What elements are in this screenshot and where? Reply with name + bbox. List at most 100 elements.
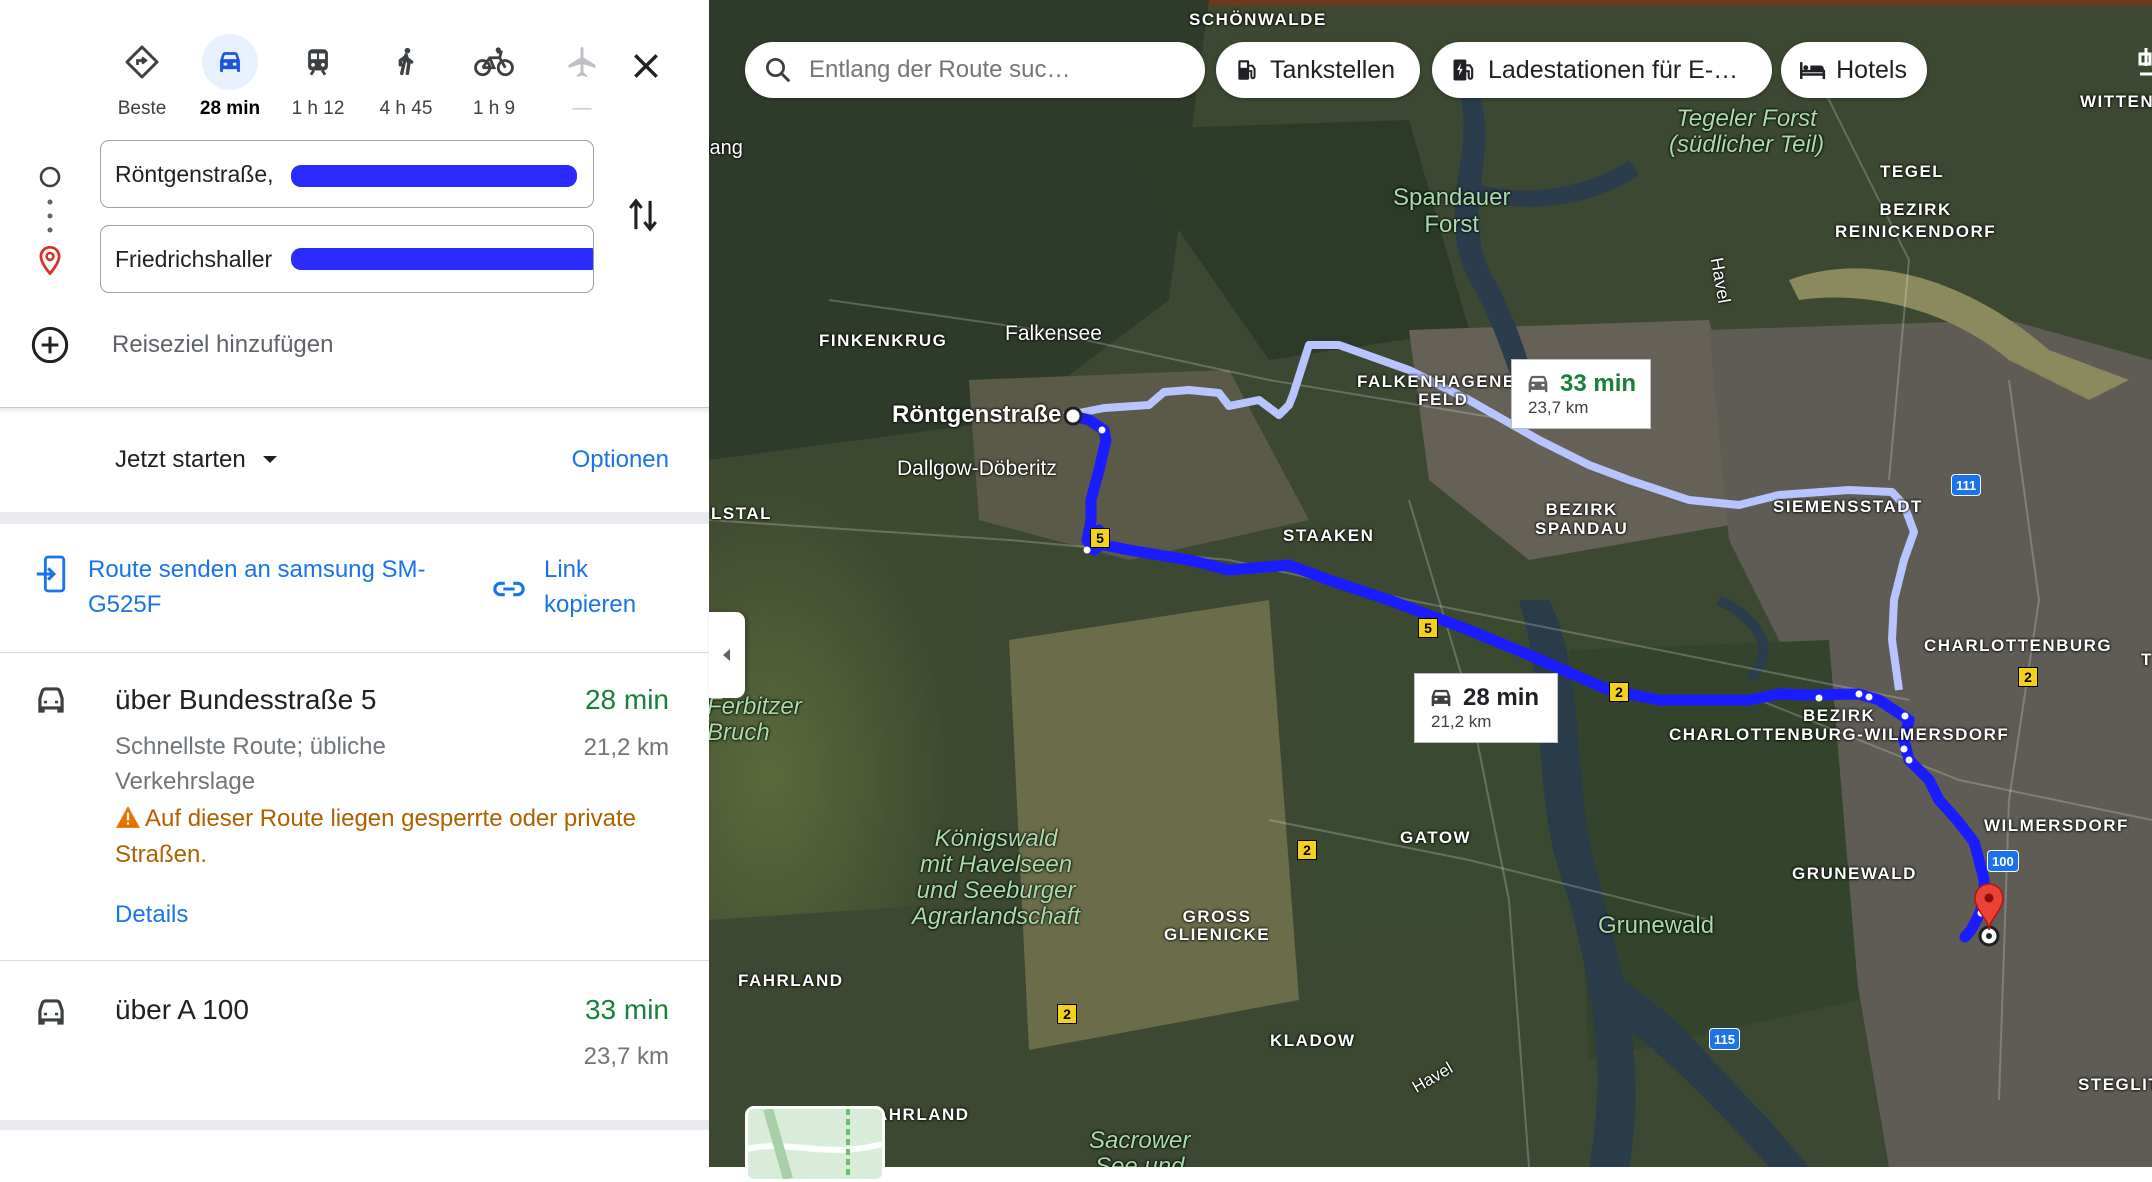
map-label: FALKENHAGENER FELD xyxy=(1357,372,1530,409)
warning-icon xyxy=(116,806,140,828)
mode-bike[interactable]: 1 h 9 xyxy=(450,34,538,120)
redaction-mark xyxy=(291,165,577,187)
callout-time: 33 min xyxy=(1560,370,1637,397)
map-label: Spandauer Forst xyxy=(1393,184,1511,238)
route-shield-a115: 115 xyxy=(1709,1028,1740,1050)
map-label: KLADOW xyxy=(1270,1031,1356,1050)
mode-walk-label: 4 h 45 xyxy=(379,98,433,119)
chip-gas-stations[interactable]: Tankstellen xyxy=(1216,42,1420,98)
options-link[interactable]: Optionen xyxy=(572,446,669,474)
mode-car-label: 28 min xyxy=(199,98,261,119)
map-label: Röntgenstraße xyxy=(892,401,1062,428)
destination-value: Friedrichshaller xyxy=(115,245,273,272)
add-destination-label: Reiseziel hinzufügen xyxy=(112,331,334,358)
depart-time-dropdown[interactable]: Jetzt starten xyxy=(115,446,280,474)
mode-flight[interactable]: — xyxy=(538,34,626,120)
car-icon xyxy=(38,687,64,713)
copy-link-button[interactable]: Link kopieren xyxy=(492,552,654,622)
callout-distance: 23,7 km xyxy=(1528,398,1589,417)
layers-icon xyxy=(2138,48,2152,76)
ev-charging-icon xyxy=(1453,59,1474,81)
mode-bike-label: 1 h 9 xyxy=(472,98,516,119)
map-label: Ferbitzer Bruch xyxy=(709,693,802,746)
car-icon xyxy=(1431,689,1451,707)
chevron-left-icon xyxy=(723,649,730,661)
map-label: Tegeler Forst (südlicher Teil) xyxy=(1669,105,1825,158)
origin-field[interactable]: Röntgenstraße, xyxy=(100,140,594,208)
map-label: GATOW xyxy=(1400,828,1472,847)
gas-station-icon xyxy=(1238,60,1256,80)
mode-walk[interactable]: 4 h 45 xyxy=(362,34,450,120)
divider-shadow xyxy=(0,408,709,414)
route-details-link[interactable]: Details xyxy=(115,901,188,929)
send-to-phone-icon xyxy=(36,555,66,593)
link-label: Link kopieren xyxy=(544,556,637,618)
map-label: Königswald mit Havelseen und Seeburger A… xyxy=(912,825,1081,930)
map-label: STEGLIT xyxy=(2078,1075,2152,1094)
origin-circle-icon xyxy=(39,166,61,188)
map-label: FINKENKRUG xyxy=(819,331,948,350)
section-divider xyxy=(0,512,709,524)
close-button[interactable] xyxy=(620,40,672,92)
layer-thumbnail[interactable] xyxy=(745,1106,885,1182)
destination-pin-icon xyxy=(39,245,61,276)
map-label: BEZIRK REINICKENDORF xyxy=(1835,200,1997,241)
depart-label: Jetzt starten xyxy=(115,446,246,473)
map-label: lang xyxy=(709,137,743,159)
collapse-panel-button[interactable] xyxy=(709,612,745,698)
mode-car[interactable]: 28 min xyxy=(186,34,274,120)
swap-arrows-icon xyxy=(629,198,657,232)
route-search-box[interactable] xyxy=(745,42,1205,98)
destination-field[interactable]: Friedrichshaller xyxy=(100,225,594,293)
callout-time: 28 min xyxy=(1463,684,1540,711)
route-shield-a111: 111 xyxy=(1951,474,1982,496)
map-label: FAHRLAND xyxy=(738,971,844,990)
callout-distance: 21,2 km xyxy=(1431,712,1492,731)
route-option-b5[interactable]: über Bundesstraße 5 28 min Schnellste Ro… xyxy=(0,653,709,960)
route-time: 33 min xyxy=(584,994,669,1025)
hotel-bed-icon xyxy=(1800,62,1826,80)
swap-button[interactable] xyxy=(626,195,660,240)
map-view[interactable]: SCHÖNWALDE WITTEN Tegeler Forst (südlich… xyxy=(709,0,2152,1167)
mode-best[interactable]: Beste xyxy=(98,34,186,120)
origin-value: Röntgenstraße, xyxy=(115,160,274,187)
route-warning-text: Auf dieser Route liegen gesperrte oder p… xyxy=(115,805,636,868)
route-search-input[interactable] xyxy=(807,55,1161,85)
redaction-mark xyxy=(291,248,593,270)
chip-ev-charging[interactable]: Ladestationen für E-… xyxy=(1432,42,1772,98)
map-label: AHRLAND xyxy=(875,1105,970,1124)
map-label: SCHÖNWALDE xyxy=(1189,10,1327,29)
car-icon xyxy=(38,999,64,1025)
close-icon xyxy=(634,54,658,78)
route-option-a100[interactable]: über A 100 33 min 23,7 km xyxy=(0,961,709,1121)
map-label: BEZIRK SPANDAU xyxy=(1535,500,1629,538)
map-edge-button[interactable] xyxy=(2136,44,2152,94)
route-callout-main[interactable]: 28 min 21,2 km xyxy=(1414,673,1558,743)
map-label: Sacrower See und xyxy=(1089,1127,1191,1168)
chip-label: Tankstellen xyxy=(1270,55,1396,84)
train-icon xyxy=(290,34,346,90)
map-label: GRUNEWALD xyxy=(1792,864,1917,883)
map-label: CHARLOTTENBURG xyxy=(1924,636,2113,655)
mode-transit[interactable]: 1 h 12 xyxy=(274,34,362,120)
bicycle-icon xyxy=(466,34,522,90)
map-layer-preview xyxy=(748,1109,882,1179)
route-shield-b2: 2 xyxy=(1609,682,1629,702)
directions-panel: Beste 28 min 1 h 12 4 h 45 1 h 9 — Röntg… xyxy=(0,0,709,1167)
route-callout-alt[interactable]: 33 min 23,7 km xyxy=(1511,359,1651,429)
route-shield-a100: 100 xyxy=(1987,850,2019,872)
map-label: STAAKEN xyxy=(1283,526,1375,545)
car-icon xyxy=(202,34,258,90)
route-distance: 21,2 km xyxy=(583,734,669,761)
map-label: BEZIRK CHARLOTTENBURG-WILMERSDORF xyxy=(1669,706,2010,744)
route-shield-b5: 5 xyxy=(1090,528,1110,548)
route-title: über A 100 xyxy=(115,994,249,1025)
send-to-device-button[interactable]: Route senden an samsung SM-G525F xyxy=(34,552,428,622)
map-label: Dallgow-Döberitz xyxy=(897,457,1057,480)
map-label: TEGEL xyxy=(1880,162,1945,181)
map-label: T xyxy=(2141,650,2152,669)
add-destination-row[interactable]: Reiseziel hinzufügen xyxy=(30,325,333,365)
airplane-icon xyxy=(554,34,610,90)
chip-hotels[interactable]: Hotels xyxy=(1781,42,1927,98)
map-label: WILMERSDORF xyxy=(1984,816,2129,835)
